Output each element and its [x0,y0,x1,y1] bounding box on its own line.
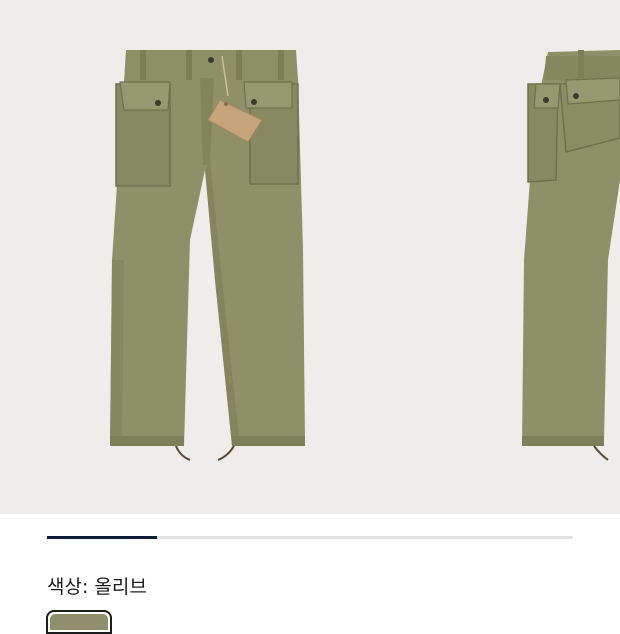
color-value: 올리브 [94,576,147,598]
color-swatch-olive[interactable] [46,610,112,634]
color-selection-label: 색상: 올리브 [47,572,147,599]
olive-pants-side-image [522,50,620,461]
gallery-progress-fill [47,536,158,539]
color-swatch-fill [50,614,108,630]
olive-pants-front-image [110,50,305,461]
product-images [110,50,620,461]
gallery-progress-bar [47,536,573,539]
product-image-gallery[interactable] [0,0,620,514]
color-label-prefix: 색상: [47,576,89,598]
